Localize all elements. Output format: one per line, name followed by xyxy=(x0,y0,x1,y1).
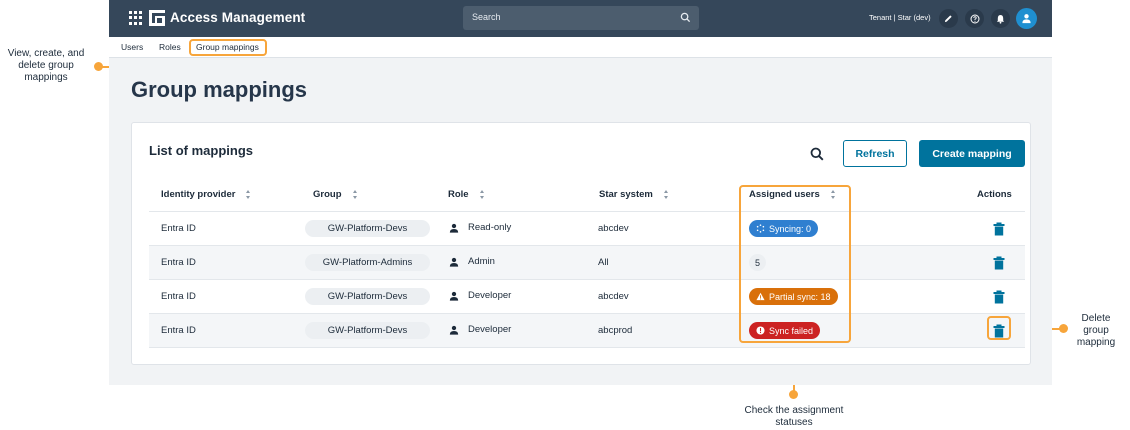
role-label: Read-only xyxy=(468,222,512,233)
user-icon xyxy=(1022,14,1031,24)
star-system-cell: All xyxy=(598,257,609,268)
role-cell: Admin xyxy=(449,256,495,267)
role-label: Developer xyxy=(468,290,512,301)
table-row[interactable]: Entra ID GW-Platform-Devs Developer abcd… xyxy=(149,279,1025,313)
table-bottom-border xyxy=(149,347,1025,348)
table-row[interactable]: Entra ID GW-Platform-Admins Admin All 5 xyxy=(149,245,1025,279)
mappings-card: List of mappings Refresh Create mapping … xyxy=(131,122,1031,365)
user-icon xyxy=(449,291,459,301)
user-icon xyxy=(449,257,459,267)
help-button[interactable] xyxy=(965,9,984,28)
callout-text-group-mappings: View, create, and delete group mappings xyxy=(7,48,85,83)
pencil-icon xyxy=(944,15,952,23)
identity-provider-cell: Entra ID xyxy=(161,291,196,302)
role-cell: Developer xyxy=(449,290,511,301)
user-icon xyxy=(449,325,459,335)
column-star-system[interactable]: Star system xyxy=(599,189,669,200)
app-window: Access Management Search Tenant | Star (… xyxy=(109,0,1052,385)
bell-icon xyxy=(996,14,1005,24)
identity-provider-cell: Entra ID xyxy=(161,325,196,336)
search-placeholder: Search xyxy=(472,12,501,22)
card-title: List of mappings xyxy=(149,143,253,158)
tenant-label[interactable]: Tenant | Star (dev) xyxy=(869,13,931,22)
group-chip: GW-Platform-Devs xyxy=(305,220,430,237)
user-avatar[interactable] xyxy=(1016,8,1037,29)
top-bar: Access Management Search Tenant | Star (… xyxy=(109,0,1052,37)
refresh-button[interactable]: Refresh xyxy=(843,140,907,167)
role-label: Developer xyxy=(468,324,512,335)
column-label: Identity provider xyxy=(161,189,236,200)
group-chip: GW-Platform-Admins xyxy=(305,254,430,271)
table-row[interactable]: Entra ID GW-Platform-Devs Read-only abcd… xyxy=(149,211,1025,245)
app-title: Access Management xyxy=(170,10,306,25)
column-group[interactable]: Group xyxy=(313,189,358,200)
sort-icon xyxy=(479,190,485,199)
column-role[interactable]: Role xyxy=(448,189,485,200)
column-identity-provider[interactable]: Identity provider xyxy=(161,189,251,200)
sort-icon xyxy=(245,190,251,199)
search-icon xyxy=(680,12,691,23)
identity-provider-cell: Entra ID xyxy=(161,223,196,234)
star-system-cell: abcdev xyxy=(598,223,629,234)
callout-text-statuses: Check the assignment statuses xyxy=(744,405,844,428)
callout-highlight-delete xyxy=(987,316,1011,340)
page-title: Group mappings xyxy=(131,77,307,102)
column-label: Star system xyxy=(599,189,653,200)
edit-button[interactable] xyxy=(939,9,958,28)
group-chip: GW-Platform-Devs xyxy=(305,288,430,305)
sort-icon xyxy=(663,190,669,199)
callout-highlight-tab xyxy=(189,39,267,56)
delete-icon[interactable] xyxy=(993,256,1005,270)
app-launcher-icon[interactable] xyxy=(129,11,143,25)
global-search-input[interactable]: Search xyxy=(463,6,699,30)
create-mapping-button[interactable]: Create mapping xyxy=(919,140,1025,167)
column-label: Role xyxy=(448,189,469,200)
star-system-cell: abcprod xyxy=(598,325,633,336)
star-system-cell: abcdev xyxy=(598,291,629,302)
table-search-icon[interactable] xyxy=(810,147,824,161)
delete-icon[interactable] xyxy=(993,290,1005,304)
column-actions: Actions xyxy=(977,189,1012,200)
role-cell: Read-only xyxy=(449,222,511,233)
delete-icon[interactable] xyxy=(993,222,1005,236)
role-label: Admin xyxy=(468,256,495,267)
callout-dot-bottom xyxy=(789,390,798,399)
sort-icon xyxy=(352,190,358,199)
group-chip: GW-Platform-Devs xyxy=(305,322,430,339)
help-icon xyxy=(970,14,979,23)
brand-logo-icon xyxy=(149,10,165,26)
column-label: Actions xyxy=(977,189,1012,200)
identity-provider-cell: Entra ID xyxy=(161,257,196,268)
callout-text-delete: Delete group mapping xyxy=(1076,313,1116,348)
table-row[interactable]: Entra ID GW-Platform-Devs Developer abcp… xyxy=(149,313,1025,347)
notifications-button[interactable] xyxy=(991,9,1010,28)
tab-users[interactable]: Users xyxy=(121,42,143,52)
column-label: Group xyxy=(313,189,342,200)
user-icon xyxy=(449,223,459,233)
tab-roles[interactable]: Roles xyxy=(159,42,181,52)
callout-highlight-assigned-users xyxy=(739,185,851,343)
annotated-screenshot: View, create, and delete group mappings … xyxy=(0,0,1130,430)
role-cell: Developer xyxy=(449,324,511,335)
